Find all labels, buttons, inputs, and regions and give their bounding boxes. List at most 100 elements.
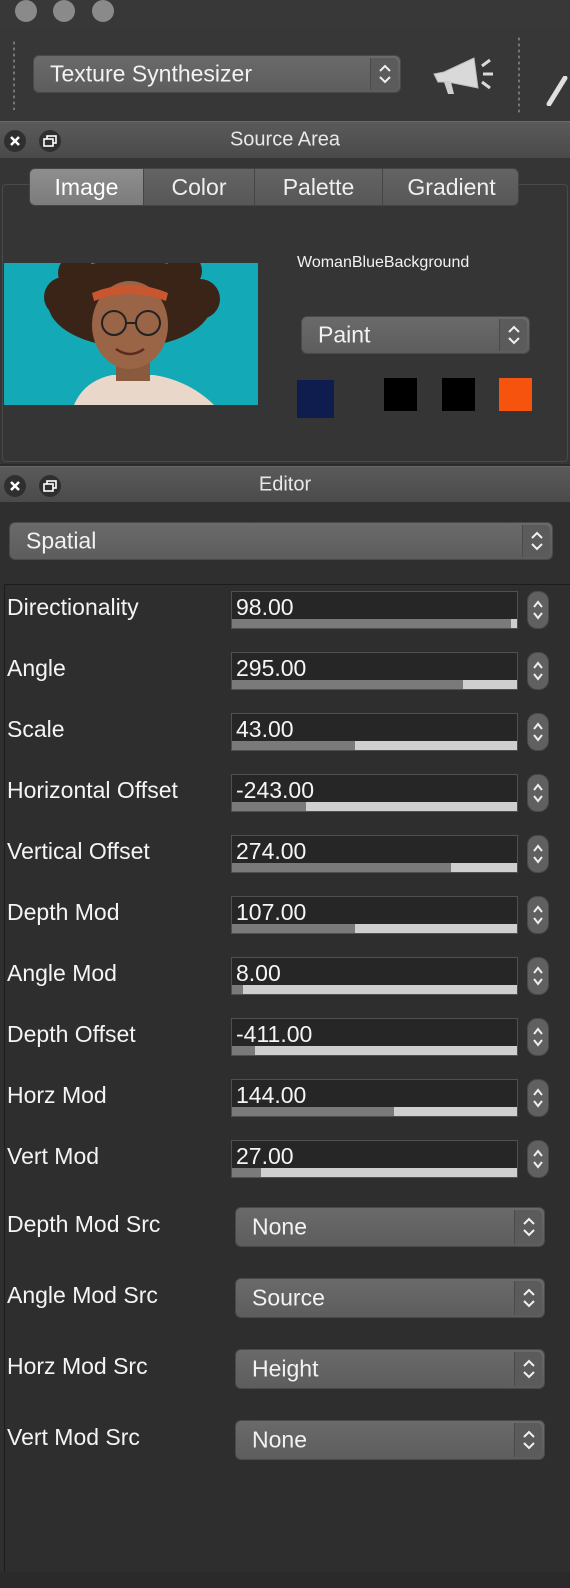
- updown-chevron-icon: [514, 1423, 542, 1457]
- param-stepper[interactable]: [527, 957, 549, 995]
- param-label: Directionality: [7, 594, 139, 620]
- tab-gradient[interactable]: Gradient: [383, 169, 518, 205]
- param-value-field[interactable]: 27.00: [231, 1140, 518, 1178]
- mode-select[interactable]: Texture Synthesizer: [33, 55, 401, 93]
- param-value: 274.00: [236, 838, 307, 864]
- blend-mode-value: Paint: [318, 321, 371, 348]
- param-label: Depth Mod: [7, 899, 120, 925]
- param-stepper[interactable]: [527, 1018, 549, 1056]
- param-value-field[interactable]: -411.00: [231, 1018, 518, 1056]
- source-panel-header: Source Area: [0, 121, 570, 159]
- source-value: None: [252, 1426, 307, 1453]
- color-swatch-4[interactable]: [499, 378, 532, 411]
- updown-chevron-icon: [499, 319, 527, 351]
- tab-color[interactable]: Color: [144, 169, 255, 205]
- source-label: Vert Mod Src: [7, 1424, 140, 1450]
- param-label: Horizontal Offset: [7, 777, 178, 803]
- param-label: Scale: [7, 716, 65, 742]
- param-value-field[interactable]: 98.00: [231, 591, 518, 629]
- param-slider-fill: [232, 619, 512, 628]
- param-value-field[interactable]: 43.00: [231, 713, 518, 751]
- zoom-window-button[interactable]: [92, 0, 114, 22]
- param-stepper[interactable]: [527, 835, 549, 873]
- param-value-field[interactable]: 144.00: [231, 1079, 518, 1117]
- param-slider-fill: [232, 1046, 255, 1055]
- param-slider-track[interactable]: [232, 1046, 517, 1055]
- param-slider-track[interactable]: [232, 1107, 517, 1116]
- param-slider-track[interactable]: [232, 802, 517, 811]
- toolbar-separator: [517, 36, 521, 114]
- param-slider-track[interactable]: [232, 863, 517, 872]
- param-stepper[interactable]: [527, 1079, 549, 1117]
- param-stepper[interactable]: [527, 591, 549, 629]
- source-value: None: [252, 1213, 307, 1240]
- source-tabs: Image Color Palette Gradient: [29, 168, 519, 206]
- updown-chevron-icon: [514, 1210, 542, 1244]
- param-label: Depth Offset: [7, 1021, 136, 1047]
- tab-palette[interactable]: Palette: [255, 169, 383, 205]
- source-area: Image Color Palette Gradient WomanBlueBa…: [0, 158, 570, 464]
- param-value: 295.00: [236, 655, 307, 681]
- param-stepper[interactable]: [527, 774, 549, 812]
- color-swatch-3[interactable]: [442, 378, 475, 411]
- color-swatch-1[interactable]: [297, 380, 334, 418]
- param-stepper[interactable]: [527, 1140, 549, 1178]
- megaphone-icon[interactable]: [430, 52, 494, 102]
- param-stepper[interactable]: [527, 896, 549, 934]
- param-slider-track[interactable]: [232, 985, 517, 994]
- param-slider-fill: [232, 680, 463, 689]
- horz-mod-src-select[interactable]: Height: [235, 1349, 545, 1389]
- source-label: Horz Mod Src: [7, 1353, 148, 1379]
- param-stepper[interactable]: [527, 652, 549, 690]
- param-value-field[interactable]: 295.00: [231, 652, 518, 690]
- category-select[interactable]: Spatial: [9, 522, 553, 560]
- param-slider-fill: [232, 863, 452, 872]
- minimize-window-button[interactable]: [53, 0, 75, 22]
- param-value-field[interactable]: 8.00: [231, 957, 518, 995]
- tab-image[interactable]: Image: [30, 169, 144, 205]
- param-slider-fill: [232, 1107, 395, 1116]
- updown-chevron-icon: [370, 58, 398, 90]
- param-value: -243.00: [236, 777, 315, 803]
- param-value-field[interactable]: 274.00: [231, 835, 518, 873]
- updown-chevron-icon: [522, 525, 550, 557]
- param-value-field[interactable]: -243.00: [231, 774, 518, 812]
- param-slider-fill: [232, 1168, 261, 1177]
- source-image-name: WomanBlueBackground: [297, 254, 470, 271]
- param-label: Vert Mod: [7, 1143, 100, 1169]
- param-value-field[interactable]: 107.00: [231, 896, 518, 934]
- source-value: Height: [252, 1355, 319, 1382]
- updown-chevron-icon: [514, 1281, 542, 1315]
- param-slider-track[interactable]: [232, 1168, 517, 1177]
- param-slider-fill: [232, 802, 307, 811]
- source-label: Depth Mod Src: [7, 1211, 161, 1237]
- param-value: -411.00: [236, 1021, 313, 1047]
- param-slider-fill: [232, 985, 244, 994]
- param-slider-track[interactable]: [232, 741, 517, 750]
- editor-panel-header: Editor: [0, 466, 570, 504]
- source-label: Angle Mod Src: [7, 1282, 158, 1308]
- param-slider-fill: [232, 924, 355, 933]
- brush-icon[interactable]: [545, 76, 570, 106]
- param-slider-track[interactable]: [232, 619, 517, 628]
- color-swatch-2[interactable]: [384, 378, 417, 411]
- param-label: Horz Mod: [7, 1082, 107, 1108]
- toolbar-grip[interactable]: [12, 40, 16, 110]
- angle-mod-src-select[interactable]: Source: [235, 1278, 545, 1318]
- param-slider-track[interactable]: [232, 924, 517, 933]
- param-stepper[interactable]: [527, 713, 549, 751]
- source-panel-title: Source Area: [229, 128, 341, 151]
- param-value: 27.00: [236, 1143, 294, 1169]
- depth-mod-src-select[interactable]: None: [235, 1207, 545, 1247]
- category-value: Spatial: [26, 527, 97, 554]
- editor-panel-title: Editor: [258, 473, 312, 496]
- close-window-button[interactable]: [15, 0, 37, 22]
- vert-mod-src-select[interactable]: None: [235, 1420, 545, 1460]
- param-slider-track[interactable]: [232, 680, 517, 689]
- source-image-thumbnail[interactable]: [4, 263, 258, 405]
- mode-select-value: Texture Synthesizer: [50, 60, 252, 87]
- blend-mode-select[interactable]: Paint: [301, 316, 530, 354]
- panel-footer: [0, 1572, 570, 1588]
- param-value: 43.00: [236, 716, 294, 742]
- param-value: 98.00: [236, 594, 294, 620]
